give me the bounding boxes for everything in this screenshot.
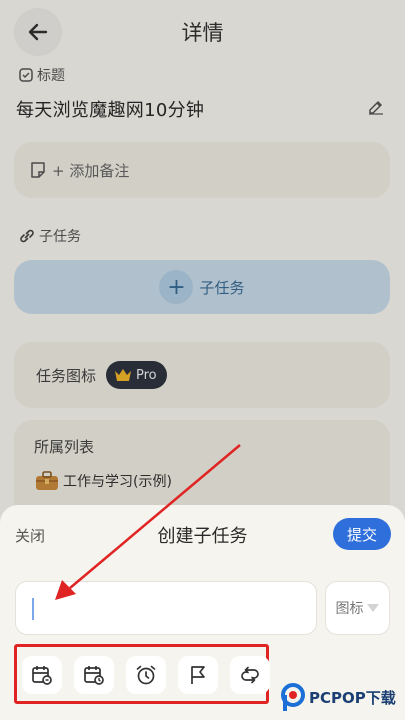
flag-icon (191, 666, 205, 684)
submit-button[interactable]: 提交 (333, 518, 391, 550)
pcpop-logo-icon (281, 683, 305, 711)
due-date-button[interactable] (74, 656, 114, 694)
priority-button[interactable] (178, 656, 218, 694)
subtask-input[interactable] (15, 581, 317, 635)
calendar-start-icon (32, 666, 52, 685)
triangle-down-icon (366, 604, 379, 612)
watermark: PCPOP下载 (280, 682, 396, 712)
start-date-button[interactable] (22, 656, 62, 694)
reminder-button[interactable] (126, 656, 166, 694)
icon-select[interactable]: 图标 (325, 581, 390, 635)
text-caret (32, 598, 34, 620)
repeat-button[interactable] (230, 656, 270, 694)
watermark-text: PCPOP下载 (309, 688, 396, 707)
repeat-icon (241, 666, 259, 684)
subtask-toolbar (14, 644, 270, 704)
calendar-due-icon (84, 666, 104, 685)
alarm-clock-icon (136, 665, 156, 685)
